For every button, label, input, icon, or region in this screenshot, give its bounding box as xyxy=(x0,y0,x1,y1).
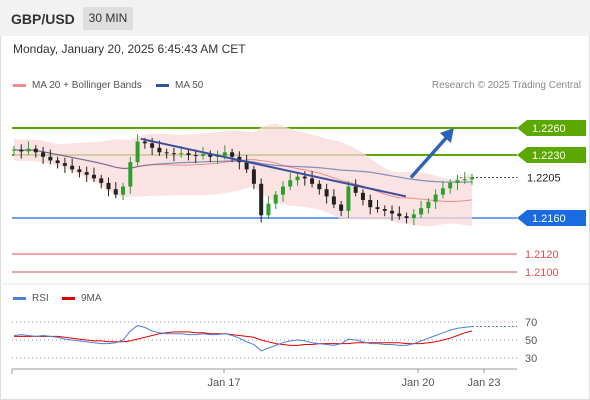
candle-body xyxy=(324,189,329,197)
last-price-label: 1.2205 xyxy=(527,173,561,185)
candle-body xyxy=(157,147,162,153)
candle-body xyxy=(77,169,82,173)
candle-body xyxy=(193,155,198,156)
candle-body xyxy=(91,174,96,179)
candle-body xyxy=(440,188,445,195)
bollinger-band xyxy=(14,123,472,227)
rsi-line xyxy=(13,325,473,352)
level-label-1.2230: 1.2230 xyxy=(532,150,566,162)
candle-body xyxy=(288,180,293,187)
candle-body xyxy=(346,186,351,211)
level-label-1.2260: 1.2260 xyxy=(532,123,566,135)
candle-body xyxy=(62,163,67,166)
candle-body xyxy=(339,204,344,211)
candle-body xyxy=(26,148,31,152)
candle-body xyxy=(12,149,16,151)
forecast-arrow-shaft xyxy=(409,134,450,179)
candle-body xyxy=(106,182,111,190)
candle-body xyxy=(462,179,467,181)
candle-body xyxy=(310,178,315,184)
candle-body xyxy=(186,153,191,155)
candle-body xyxy=(302,176,307,179)
level-label-1.2120: 1.2120 xyxy=(525,249,559,261)
candle-body xyxy=(99,178,104,183)
candle-body xyxy=(41,152,46,157)
x-tick-label: Jan 20 xyxy=(401,377,434,389)
candle-body xyxy=(397,213,402,217)
level-label-1.2100: 1.2100 xyxy=(525,267,559,279)
candle-body xyxy=(331,196,336,205)
price-chart[interactable]: 1.2260 1.2230 1.2205 1.2160 1.2120 1.2100 70 50… xyxy=(0,0,590,400)
candle-body xyxy=(84,172,89,175)
candle-body xyxy=(470,177,474,180)
candle-body xyxy=(455,180,460,183)
candle-body xyxy=(33,148,38,153)
candle-body xyxy=(448,182,453,189)
candle-body xyxy=(404,216,409,218)
candle-body xyxy=(201,154,206,156)
candle-body xyxy=(55,160,60,164)
candle-body xyxy=(375,207,380,209)
candle-body xyxy=(19,149,24,152)
candle-body xyxy=(142,141,147,144)
x-tick-label: Jan 17 xyxy=(207,377,240,389)
candle-body xyxy=(244,162,249,170)
candle-body xyxy=(280,186,285,195)
candle-body xyxy=(411,214,416,218)
candle-body xyxy=(390,210,395,214)
candle-body xyxy=(135,141,140,163)
candle-body xyxy=(121,186,126,195)
candle-body xyxy=(150,143,155,148)
candle-body xyxy=(382,209,387,211)
candle-body xyxy=(48,156,53,161)
candle-body xyxy=(360,192,365,200)
candle-body xyxy=(70,165,75,170)
candle-body xyxy=(273,194,278,204)
candle-body xyxy=(128,162,133,187)
level-label-1.2160: 1.2160 xyxy=(532,213,566,225)
ma9-line xyxy=(14,330,473,346)
candle-body xyxy=(426,201,431,209)
candle-body xyxy=(113,189,118,195)
x-tick-label: Jan 23 xyxy=(467,377,500,389)
candle-body xyxy=(295,176,300,181)
candle-body xyxy=(317,183,322,190)
candle-body xyxy=(179,153,184,155)
rsi-tick-50: 50 xyxy=(525,335,537,347)
rsi-tick-70: 70 xyxy=(525,317,537,329)
candle-body xyxy=(433,194,438,202)
candle-body xyxy=(266,203,271,216)
candle-body xyxy=(230,152,235,157)
candle-body xyxy=(419,208,424,215)
candle-body xyxy=(251,169,256,184)
candle-body xyxy=(171,153,176,155)
candle-body xyxy=(353,186,358,193)
rsi-tick-30: 30 xyxy=(525,353,537,365)
candle-body xyxy=(164,152,169,154)
candle-body xyxy=(222,152,227,156)
candle-body xyxy=(259,183,264,216)
candle-body xyxy=(368,200,373,208)
